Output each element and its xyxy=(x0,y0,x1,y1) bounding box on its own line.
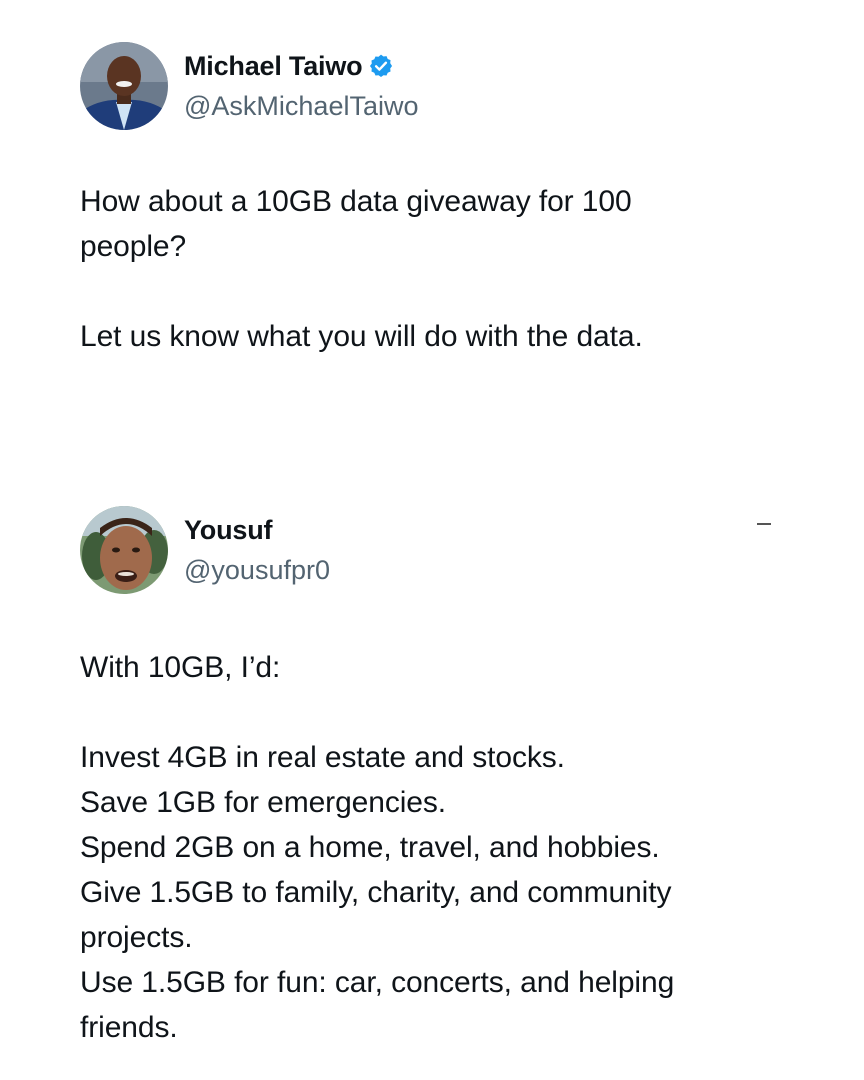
display-name[interactable]: Yousuf xyxy=(184,513,272,547)
tweet-text: With 10GB, I’d: Invest 4GB in real estat… xyxy=(80,651,675,1044)
display-name-row: Michael Taiwo xyxy=(184,49,418,83)
avatar-face-closeup-icon xyxy=(80,506,168,594)
avatar-man-suit-icon xyxy=(80,42,168,130)
tweet-original[interactable]: Michael Taiwo @AskMichaelTaiwo How about… xyxy=(80,41,780,359)
tweet-header: Michael Taiwo @AskMichaelTaiwo xyxy=(80,41,780,131)
user-handle[interactable]: @AskMichaelTaiwo xyxy=(184,89,418,123)
avatar[interactable] xyxy=(80,42,168,130)
tweet-text: How about a 10GB data giveaway for 100 p… xyxy=(80,185,643,353)
author-names: Michael Taiwo @AskMichaelTaiwo xyxy=(184,49,418,123)
tweet-header: Yousuf @yousufpr0 xyxy=(80,505,780,595)
tweet-reply[interactable]: Yousuf @yousufpr0 With 10GB, I’d: Invest… xyxy=(80,505,780,1050)
divider-mark xyxy=(757,523,771,525)
author-names: Yousuf @yousufpr0 xyxy=(184,513,330,587)
display-name-row: Yousuf xyxy=(184,513,330,547)
avatar[interactable] xyxy=(80,506,168,594)
display-name[interactable]: Michael Taiwo xyxy=(184,49,363,83)
user-handle[interactable]: @yousufpr0 xyxy=(184,553,330,587)
verified-badge-icon xyxy=(370,54,393,78)
